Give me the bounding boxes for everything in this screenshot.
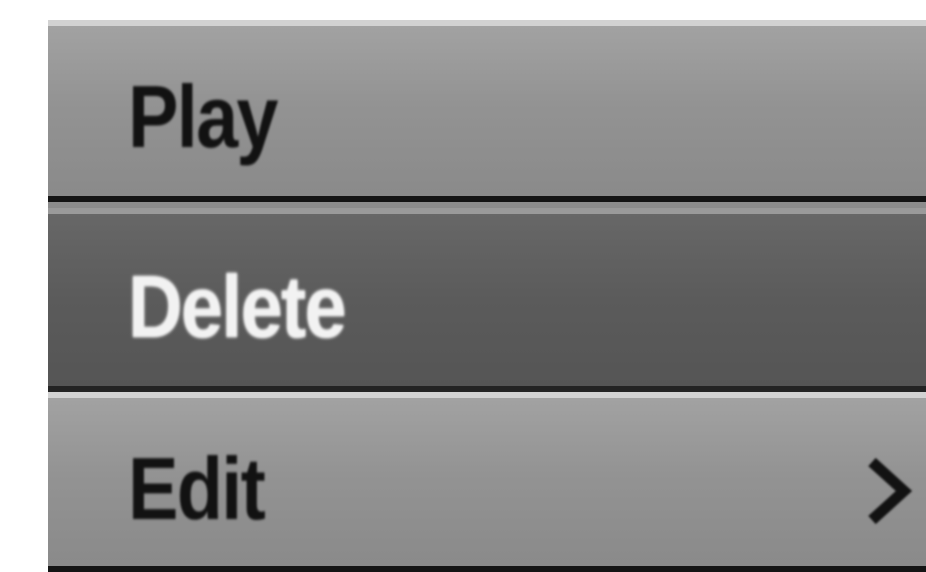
menu-item-edit[interactable]: Edit — [48, 392, 926, 572]
menu-item-label: Delete — [128, 257, 347, 356]
menu-item-label: Edit — [128, 439, 266, 538]
menu-item-delete[interactable]: Delete — [48, 208, 926, 392]
menu-item-label: Play — [128, 67, 279, 166]
menu-item-play[interactable]: Play — [48, 20, 926, 202]
chevron-right-icon — [864, 456, 912, 526]
context-menu: Play Delete Edit — [48, 20, 926, 572]
